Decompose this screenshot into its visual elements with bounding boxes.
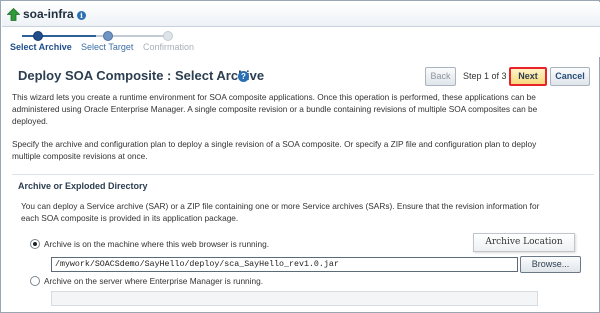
server-archive-path-input <box>51 291 538 306</box>
app-title: soa-infra <box>23 7 74 21</box>
page-title: Deploy SOA Composite : Select Archive <box>18 68 265 83</box>
section-divider <box>12 174 594 175</box>
train-label-select-archive[interactable]: Select Archive <box>10 42 72 52</box>
archive-location-tooltip: Archive Location <box>473 233 575 252</box>
green-up-arrow-icon[interactable] <box>7 8 20 21</box>
section-description: You can deploy a Service archive (SAR) o… <box>21 201 540 211</box>
radio-archive-local[interactable] <box>30 239 40 249</box>
header-bar: soa-infra i <box>2 2 600 27</box>
intro-line: administered using Oracle Enterprise Man… <box>12 104 538 114</box>
radio-archive-server-label[interactable]: Archive on the server where Enterprise M… <box>44 275 263 287</box>
train-stop-confirmation <box>163 31 173 41</box>
train-stop-select-target[interactable] <box>103 31 113 41</box>
train-label-select-target[interactable]: Select Target <box>81 42 133 52</box>
info-icon[interactable]: i <box>77 11 86 20</box>
wizard-train: Select Archive Select Target Confirmatio… <box>2 27 600 57</box>
train-label-confirmation: Confirmation <box>143 42 195 52</box>
radio-archive-server[interactable] <box>30 276 40 286</box>
intro-line: deployed. <box>12 116 48 126</box>
section-title: Archive or Exploded Directory <box>18 181 148 191</box>
wizard-frame: soa-infra i Select Archive Select Target… <box>0 0 600 313</box>
radio-archive-local-label[interactable]: Archive is on the machine where this web… <box>44 238 269 250</box>
archive-path-input[interactable]: /mywork/SOACSdemo/SayHello/deploy/sca_Sa… <box>51 257 518 272</box>
next-button[interactable]: Next <box>509 67 547 86</box>
intro-line: multiple composite revisions at once. <box>12 151 148 161</box>
section-description: each SOA composite is provided in its ap… <box>21 213 239 223</box>
help-icon[interactable]: ? <box>238 71 249 82</box>
train-stop-select-archive[interactable] <box>33 31 43 41</box>
cancel-button[interactable]: Cancel <box>550 67 590 86</box>
intro-line: This wizard lets you create a runtime en… <box>12 92 536 102</box>
step-indicator: Step 1 of 3 <box>463 71 507 81</box>
browse-button[interactable]: Browse... <box>520 256 581 273</box>
back-button[interactable]: Back <box>425 67 456 86</box>
intro-line: Specify the archive and configuration pl… <box>12 139 537 149</box>
